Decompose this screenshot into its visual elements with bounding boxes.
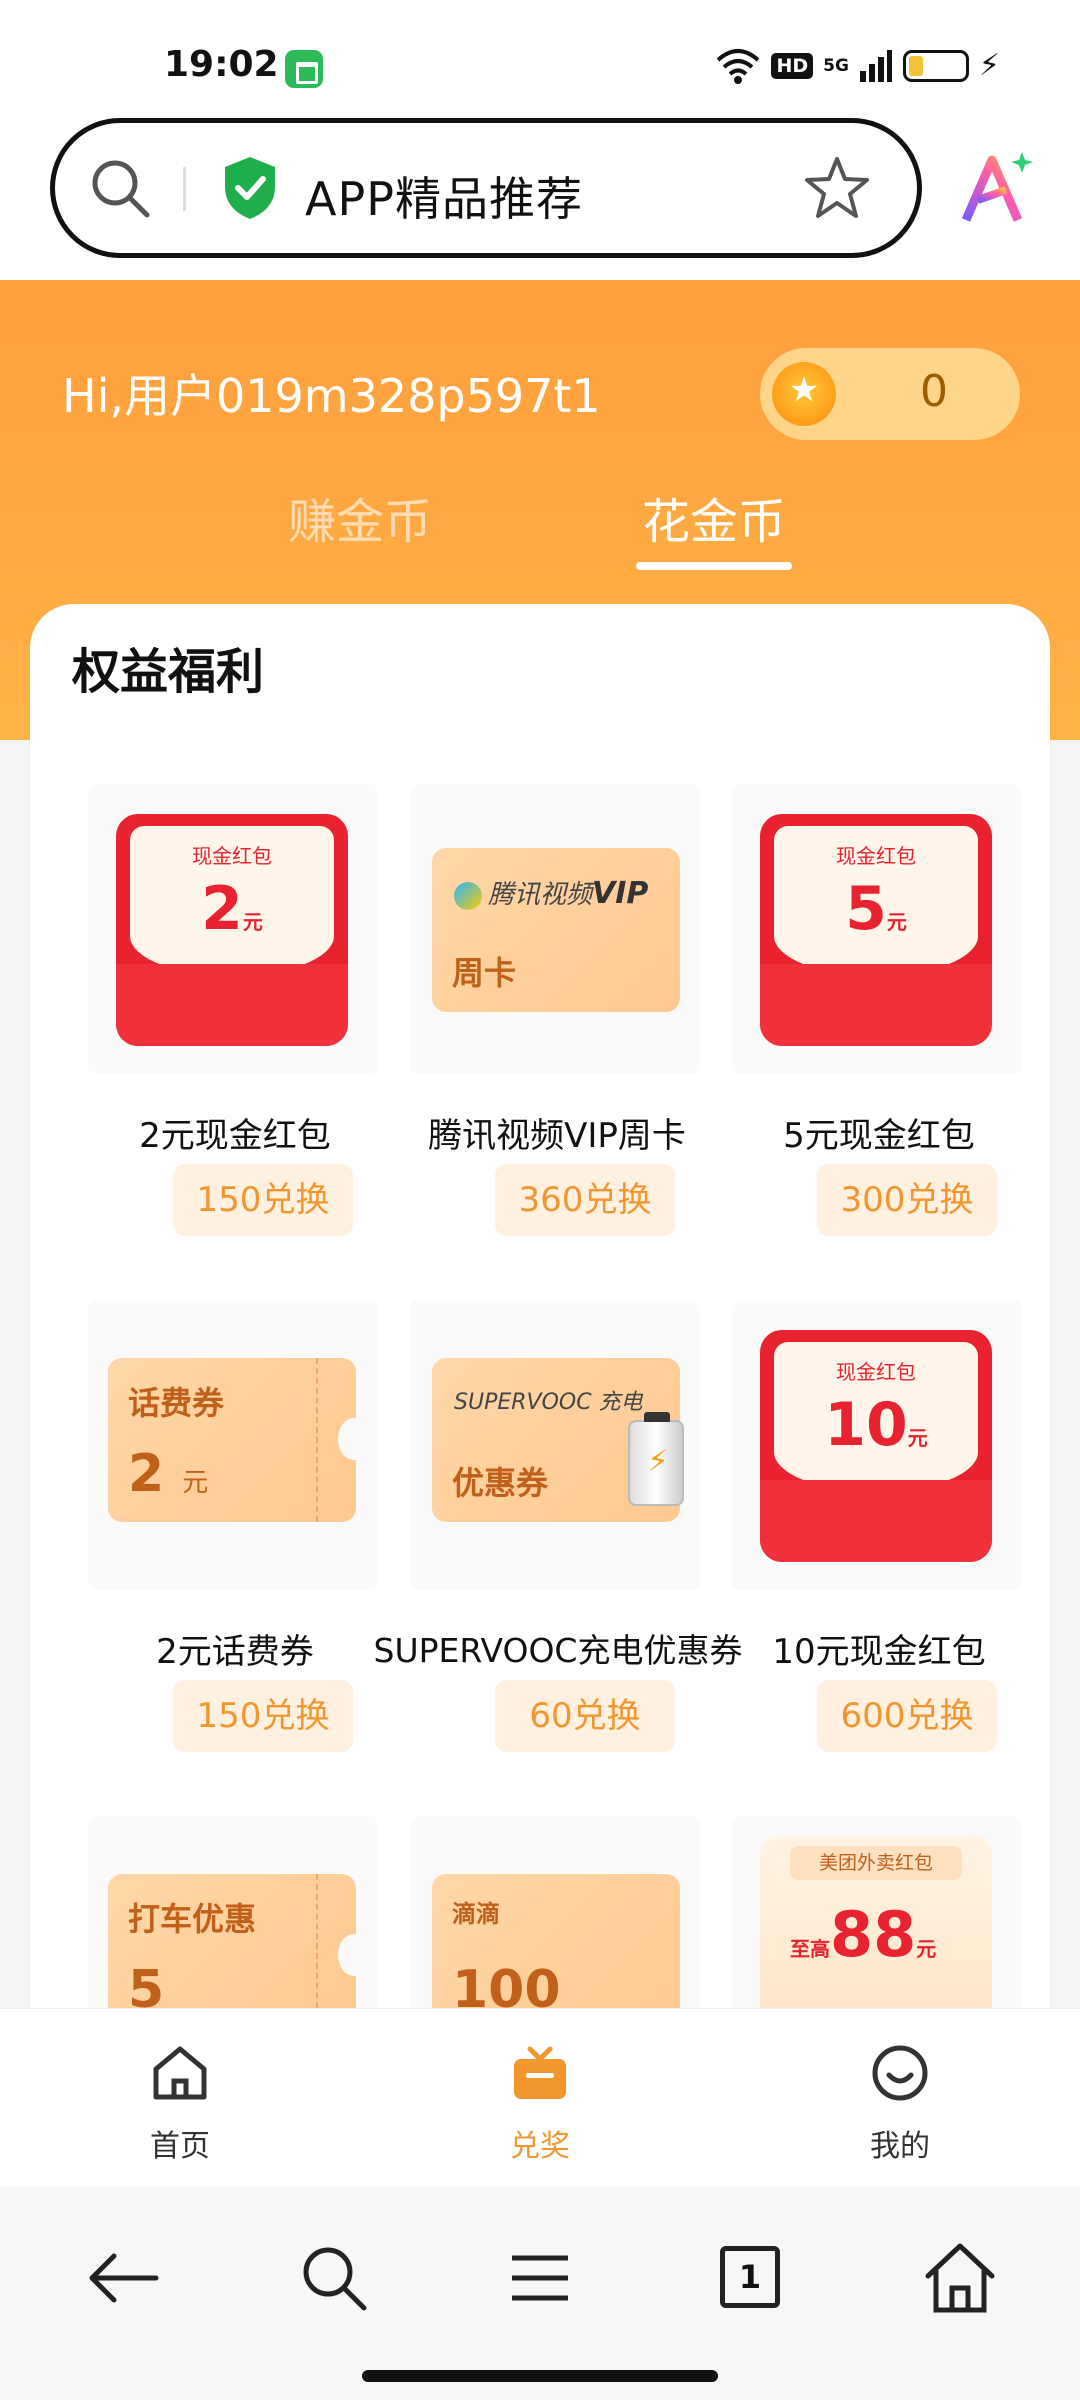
redeem-button[interactable]: 150兑换 — [173, 1164, 353, 1236]
nav-label: 首页 — [150, 2129, 210, 2164]
coin-icon — [772, 362, 836, 426]
coupon-image: 话费券 2 元 — [108, 1358, 370, 1522]
coin-balance-pill[interactable]: 0 — [760, 348, 1020, 440]
network-indicator: 5G — [823, 56, 849, 76]
red-envelope-image: 现金红包 2元 — [116, 814, 348, 1046]
redeem-button[interactable]: 150兑换 — [173, 1680, 353, 1752]
tab-spend-coins[interactable]: 花金币 — [642, 482, 786, 552]
tv-prize-icon — [514, 2046, 566, 2099]
coupon-image: 打车优惠 5 — [108, 1874, 370, 2024]
hd-badge: HD — [771, 53, 814, 79]
tab-earn-coins[interactable]: 赚金币 — [288, 482, 432, 552]
nav-prize[interactable]: 兑奖 — [470, 2043, 610, 2165]
battery-icon — [628, 1412, 686, 1506]
app-notification-icon — [285, 50, 323, 88]
status-time: 19:02 — [164, 44, 279, 85]
reward-thumbnail: 美团外卖红包 至高88元 — [732, 1816, 1022, 2024]
menu-icon[interactable] — [500, 2238, 580, 2318]
search-icon[interactable] — [294, 2238, 374, 2318]
reward-thumbnail: 现金红包 10元 — [732, 1300, 1022, 1590]
meituan-coupon-image: 美团外卖红包 至高88元 — [760, 1836, 992, 2024]
reward-thumbnail: 打车优惠 5 — [88, 1816, 378, 2024]
active-tab-indicator — [636, 562, 792, 570]
search-icon[interactable] — [87, 155, 153, 221]
vip-card-image: 腾讯视频VIP 周卡 — [432, 848, 680, 1012]
reward-thumbnail: SUPERVOOC 充电 优惠券 — [410, 1300, 700, 1590]
wifi-icon — [717, 49, 760, 84]
tencent-video-logo-icon — [454, 881, 482, 910]
reward-name: 10元现金红包 — [772, 1632, 986, 1672]
redeem-button[interactable]: 300兑换 — [817, 1164, 997, 1236]
ai-assistant-icon[interactable] — [960, 150, 1036, 226]
reward-name: 2元话费券 — [156, 1632, 314, 1672]
browser-toolbar: 1 — [0, 2186, 1080, 2400]
reward-name: SUPERVOOC充电优惠券 — [373, 1631, 743, 1670]
home-icon[interactable] — [920, 2238, 1000, 2318]
status-icons: HD 5G ⚡ — [715, 44, 1000, 88]
shield-icon — [225, 157, 275, 219]
user-greeting: Hi,用户019m328p597t1 — [62, 369, 601, 423]
red-envelope-image: 现金红包 10元 — [760, 1330, 992, 1562]
nav-label: 我的 — [870, 2129, 930, 2164]
charging-icon: ⚡ — [978, 48, 1000, 83]
redeem-button[interactable]: 360兑换 — [495, 1164, 675, 1236]
reward-thumbnail: 现金红包 2元 — [88, 784, 378, 1074]
redeem-button[interactable]: 60兑换 — [495, 1680, 675, 1752]
reward-thumbnail: 话费券 2 元 — [88, 1300, 378, 1590]
rewards-card: 权益福利 现金红包 2元 2元现金红包 150兑换 腾讯视频VIP 周卡 腾讯视… — [30, 604, 1050, 2024]
nav-label: 兑奖 — [510, 2129, 570, 2164]
status-bar: 19:02 HD 5G ⚡ — [0, 0, 1080, 120]
reward-name: 腾讯视频VIP周卡 — [428, 1116, 686, 1156]
back-arrow-icon[interactable] — [84, 2238, 164, 2318]
tabs-button[interactable]: 1 — [710, 2238, 790, 2318]
red-envelope-image: 现金红包 5元 — [760, 814, 992, 1046]
coupon-image: 滴滴 100 — [432, 1874, 680, 2024]
redeem-button[interactable]: 600兑换 — [817, 1680, 997, 1752]
search-divider — [183, 167, 186, 211]
reward-thumbnail: 现金红包 5元 — [732, 784, 1022, 1074]
address-bar-area: APP精品推荐 — [0, 110, 1080, 280]
home-icon — [153, 2046, 207, 2100]
bottom-navigation: 首页 兑奖 我的 — [0, 2008, 1080, 2186]
signal-icon — [859, 50, 892, 82]
section-title: 权益福利 — [72, 644, 265, 700]
home-indicator[interactable] — [362, 2370, 718, 2382]
reward-thumbnail: 滴滴 100 — [410, 1816, 700, 2024]
search-query-text[interactable]: APP精品推荐 — [305, 163, 583, 229]
reward-thumbnail: 腾讯视频VIP 周卡 — [410, 784, 700, 1074]
smiley-icon — [872, 2045, 928, 2101]
tab-count: 1 — [720, 2246, 780, 2308]
nav-home[interactable]: 首页 — [110, 2043, 250, 2165]
coin-balance: 0 — [920, 366, 948, 417]
nav-mine[interactable]: 我的 — [830, 2043, 970, 2165]
reward-name: 5元现金红包 — [783, 1116, 975, 1156]
search-bar[interactable]: APP精品推荐 — [50, 118, 922, 258]
star-bookmark-icon[interactable] — [803, 155, 871, 221]
reward-name: 2元现金红包 — [139, 1116, 331, 1156]
battery-icon — [902, 50, 969, 82]
